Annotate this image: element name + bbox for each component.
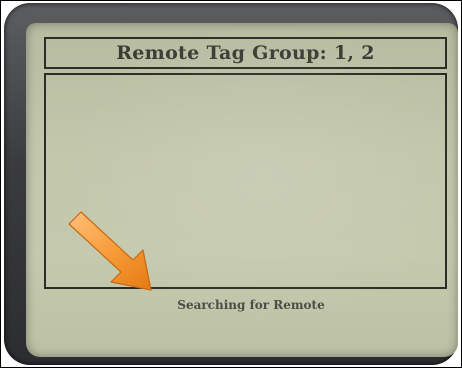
screenshot-frame: Remote Tag Group: 1, 2 Searching for Rem… bbox=[0, 0, 462, 368]
title-bar: Remote Tag Group: 1, 2 bbox=[44, 37, 447, 69]
lcd-screen: Remote Tag Group: 1, 2 Searching for Rem… bbox=[26, 23, 458, 357]
arrow-pointer-icon bbox=[68, 211, 152, 291]
screen-title: Remote Tag Group: 1, 2 bbox=[116, 42, 375, 64]
device-bezel: Remote Tag Group: 1, 2 Searching for Rem… bbox=[4, 3, 458, 365]
